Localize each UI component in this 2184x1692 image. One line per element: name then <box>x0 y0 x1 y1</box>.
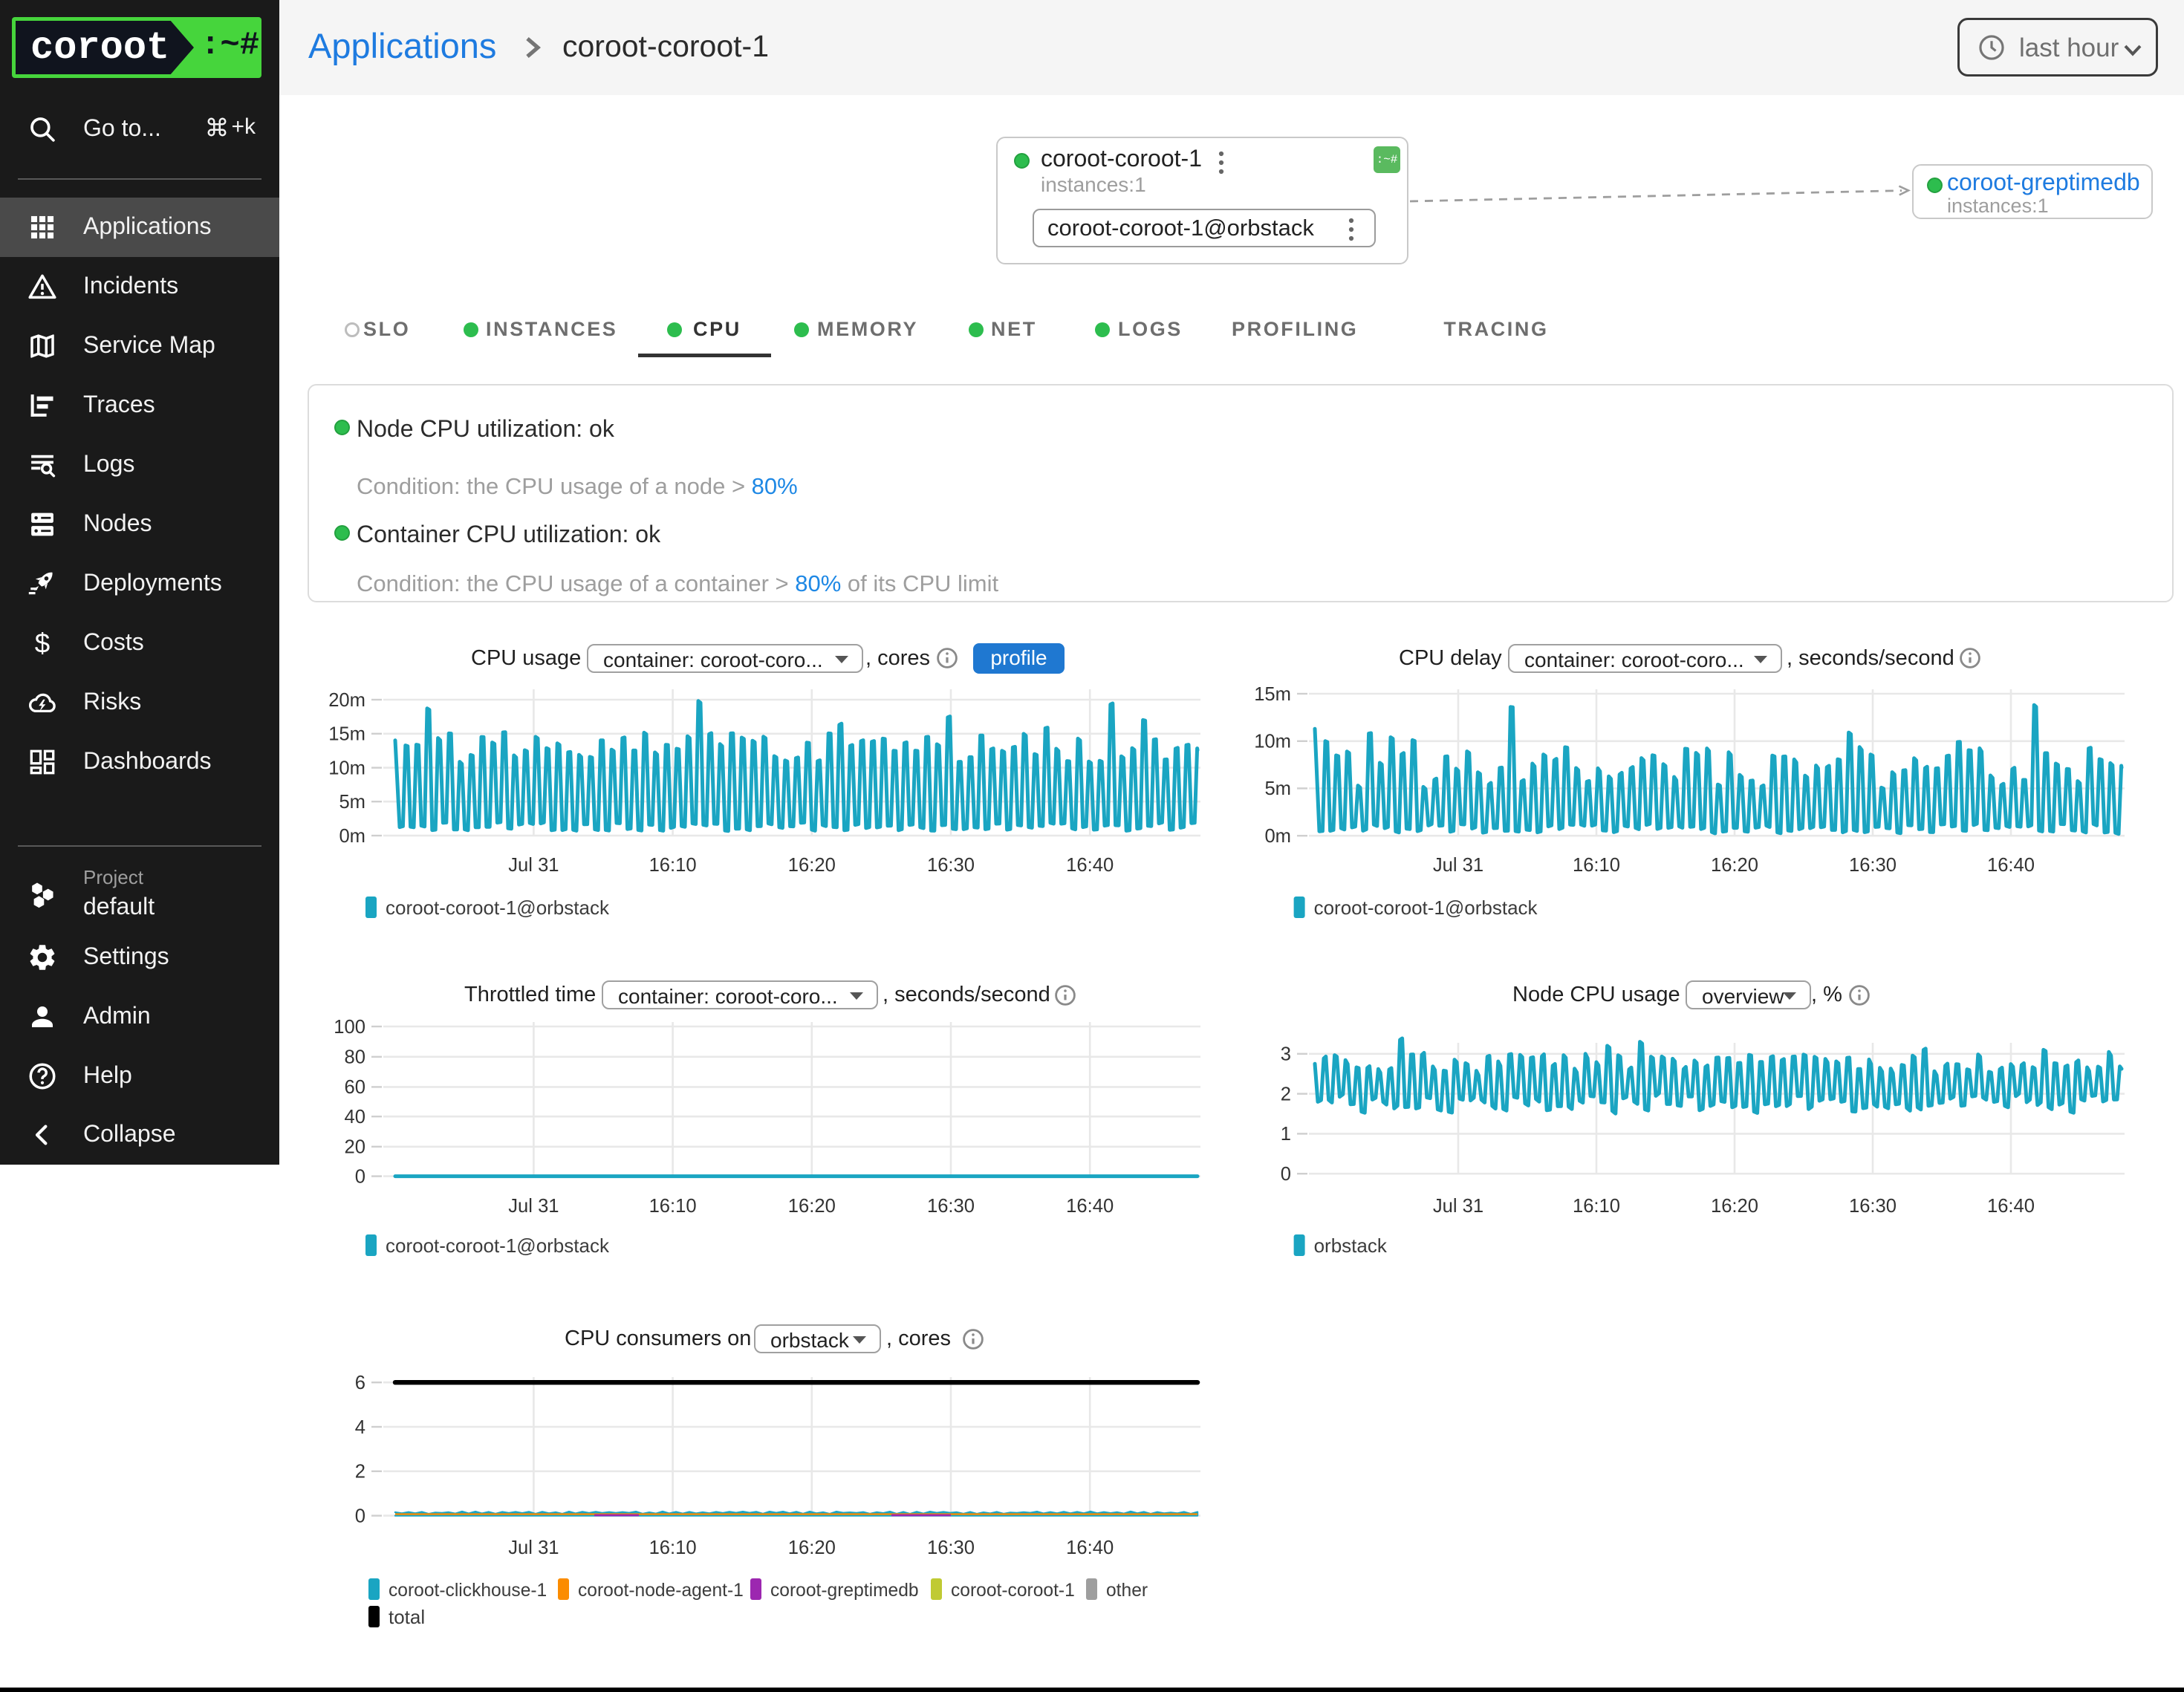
svg-text:$: $ <box>35 628 50 659</box>
